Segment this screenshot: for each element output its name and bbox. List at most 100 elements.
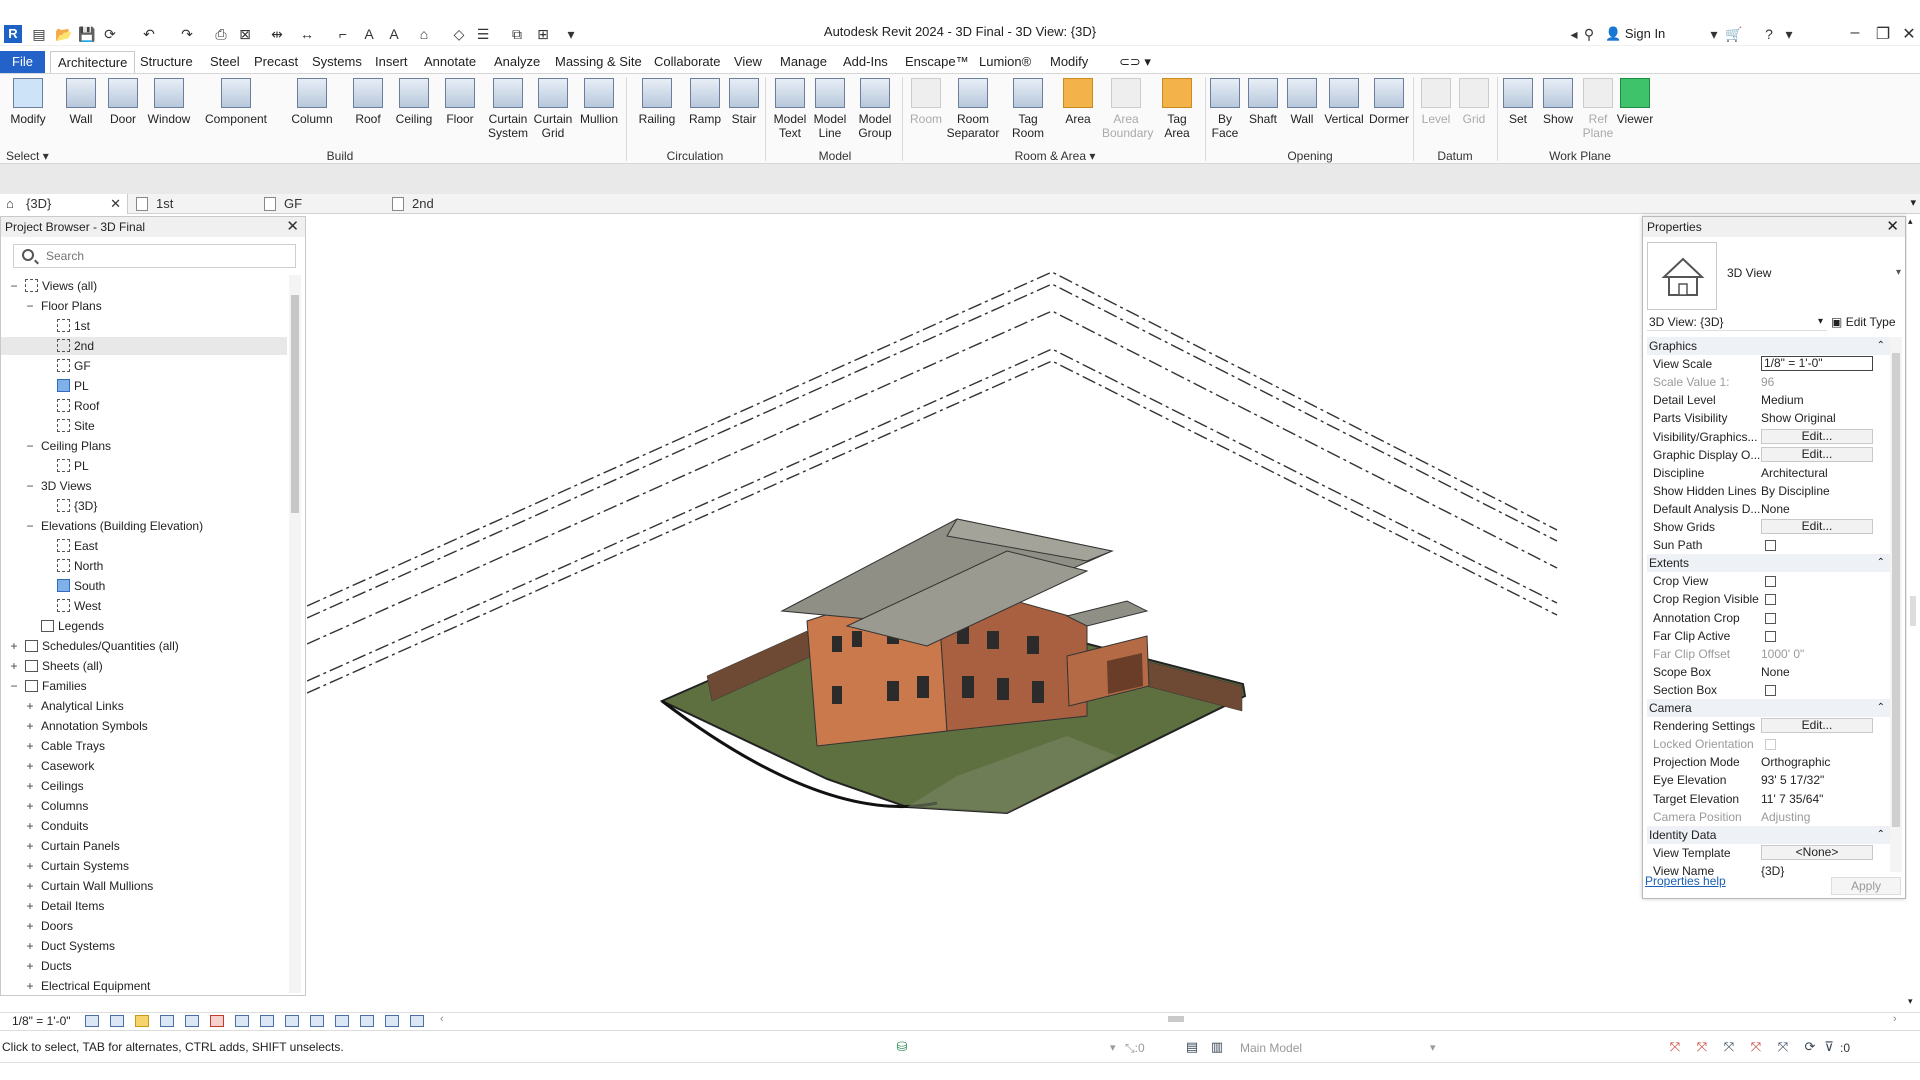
tab-view-2nd[interactable]: 2nd — [386, 194, 511, 214]
chevron-down-icon[interactable]: ▾ — [1110, 1041, 1116, 1054]
browser-tree-item[interactable]: + Ceilings — [1, 777, 287, 795]
tab-analyze[interactable]: Analyze — [487, 51, 547, 73]
browser-tree-item[interactable]: − Ceiling Plans — [1, 437, 287, 455]
select-links-icon[interactable]: ⤧ — [1668, 1040, 1682, 1054]
property-checkbox[interactable] — [1765, 684, 1776, 696]
property-checkbox[interactable] — [1765, 540, 1776, 552]
vertical-tool[interactable]: Vertical — [1322, 74, 1366, 126]
tag-room-tool[interactable]: Tag Room — [1005, 74, 1051, 140]
wall-opening-tool[interactable]: Wall — [1284, 74, 1320, 126]
viewer-tool[interactable]: Viewer — [1614, 74, 1656, 126]
property-checkbox[interactable] — [1765, 576, 1776, 588]
set-tool[interactable]: Set — [1500, 74, 1536, 126]
browser-tree-item[interactable]: PL — [1, 377, 287, 395]
browser-tree-item[interactable]: PL — [1, 457, 287, 475]
tab-systems[interactable]: Systems — [305, 51, 369, 73]
expand-icon[interactable]: + — [25, 797, 35, 815]
edit-type-button[interactable]: ▣ Edit Type — [1831, 313, 1901, 331]
component-tool[interactable]: Component — [202, 74, 270, 126]
browser-tree-item[interactable]: + Casework — [1, 757, 287, 775]
show-tool[interactable]: Show — [1538, 74, 1578, 126]
browser-tree-item[interactable]: + Annotation Symbols — [1, 717, 287, 735]
level-tool[interactable]: Level — [1418, 74, 1454, 126]
collapse-icon[interactable]: − — [25, 297, 35, 315]
browser-tree-item[interactable]: + Schedules/Quantities (all) — [1, 637, 287, 655]
tab-manage[interactable]: Manage — [773, 51, 834, 73]
tab-overflow-icon[interactable]: ▾ — [1910, 196, 1916, 209]
scrollbar-thumb[interactable] — [1892, 353, 1900, 827]
tab-structure[interactable]: Structure — [133, 51, 200, 73]
model-line-tool[interactable]: Model Line — [810, 74, 850, 140]
property-edit-button[interactable]: Edit... — [1761, 718, 1873, 734]
expand-icon[interactable]: + — [25, 737, 35, 755]
shadows-icon[interactable] — [160, 1015, 174, 1027]
curtain-grid-tool[interactable]: Curtain Grid — [531, 74, 575, 140]
tab-view-1st[interactable]: 1st — [130, 194, 255, 214]
property-row[interactable]: Crop View — [1647, 572, 1891, 590]
collapse-icon[interactable]: ⌃ — [1877, 337, 1885, 355]
tab-collaborate[interactable]: Collaborate — [647, 51, 728, 73]
model-group-tool[interactable]: Model Group — [853, 74, 897, 140]
minimize-button[interactable]: – — [1844, 24, 1866, 42]
property-edit-button[interactable]: Edit... — [1761, 519, 1873, 534]
scroll-down-icon[interactable]: ▾ — [1908, 996, 1913, 1007]
filter-icon[interactable]: ⊽ — [1822, 1040, 1836, 1054]
floor-tool[interactable]: Floor — [442, 74, 478, 126]
browser-tree-item[interactable]: South — [1, 577, 287, 595]
browser-tree-item[interactable]: −3D Views — [1, 477, 287, 495]
browser-tree-item[interactable]: + Cable Trays — [1, 737, 287, 755]
scrollbar-thumb[interactable] — [1910, 596, 1916, 626]
by-face-tool[interactable]: By Face — [1207, 74, 1243, 140]
panel-room-area-label[interactable]: Room & Area ▾ — [1000, 149, 1110, 163]
drag-elements-icon[interactable]: ⤧ — [1776, 1040, 1790, 1054]
tab-steel[interactable]: Steel — [203, 51, 247, 73]
property-row[interactable]: Far Clip Offset 1000' 0" — [1647, 645, 1891, 663]
expand-icon[interactable]: + — [25, 757, 35, 775]
browser-tree-item[interactable]: + Sheets (all) — [1, 657, 287, 675]
collapse-icon[interactable]: ⌃ — [1877, 554, 1885, 572]
expand-icon[interactable]: + — [9, 657, 19, 675]
railing-tool[interactable]: Railing — [634, 74, 680, 126]
property-edit-button[interactable]: <None> — [1761, 844, 1873, 860]
modify-tool[interactable]: Modify — [5, 74, 51, 126]
dormer-tool[interactable]: Dormer — [1366, 74, 1412, 126]
area-tool[interactable]: Area — [1058, 74, 1098, 126]
browser-tree-item[interactable]: − Views (all) — [1, 277, 287, 295]
collapse-icon[interactable]: ⌃ — [1877, 699, 1885, 717]
property-edit-button[interactable]: Edit... — [1761, 428, 1873, 444]
collapse-icon[interactable]: − — [25, 517, 35, 535]
property-row[interactable]: Annotation Crop — [1647, 609, 1891, 627]
rendering-dialog-icon[interactable] — [185, 1015, 199, 1027]
tab-insert[interactable]: Insert — [368, 51, 415, 73]
browser-tree-item[interactable]: + Analytical Links — [1, 697, 287, 715]
select-underlay-icon[interactable]: ⤧ — [1695, 1040, 1709, 1054]
property-row[interactable]: Detail Level Medium — [1647, 391, 1891, 409]
property-row[interactable]: Rendering Settings Edit... — [1647, 717, 1891, 735]
tab-file[interactable]: File — [0, 51, 45, 73]
close-tab-icon[interactable]: ✕ — [110, 194, 121, 214]
scrollbar-thumb[interactable] — [291, 295, 299, 513]
expand-icon[interactable]: + — [9, 637, 19, 655]
property-checkbox[interactable] — [1765, 612, 1776, 624]
expand-icon[interactable]: + — [25, 897, 35, 915]
grid-tool[interactable]: Grid — [1456, 74, 1492, 126]
close-icon[interactable]: ✕ — [1886, 217, 1899, 235]
properties-help-link[interactable]: Properties help — [1645, 874, 1726, 888]
project-browser-search[interactable] — [13, 244, 296, 268]
property-row[interactable]: Crop Region Visible — [1647, 590, 1891, 608]
browser-tree-item[interactable]: − Elevations (Building Elevation) — [1, 517, 287, 535]
collapse-icon[interactable]: − — [25, 437, 35, 455]
sun-path-icon[interactable] — [135, 1015, 149, 1027]
select-by-face-icon[interactable]: ⤧ — [1749, 1040, 1763, 1054]
room-tool[interactable]: Room — [908, 74, 944, 126]
property-input[interactable]: 1/8" = 1'-0" — [1761, 356, 1873, 372]
close-icon[interactable]: ✕ — [286, 217, 299, 235]
property-row[interactable]: Sun Path — [1647, 536, 1891, 554]
browser-tree-item[interactable]: 1st — [1, 317, 287, 335]
roof-tool[interactable]: Roof — [350, 74, 386, 126]
sign-in-button[interactable]: 👤 Sign In — [1605, 26, 1665, 42]
worksets-icon[interactable]: ⛁ — [895, 1040, 909, 1054]
property-checkbox[interactable] — [1765, 630, 1776, 642]
expand-icon[interactable]: + — [25, 817, 35, 835]
select-pinned-icon[interactable]: ⤧ — [1722, 1040, 1736, 1054]
